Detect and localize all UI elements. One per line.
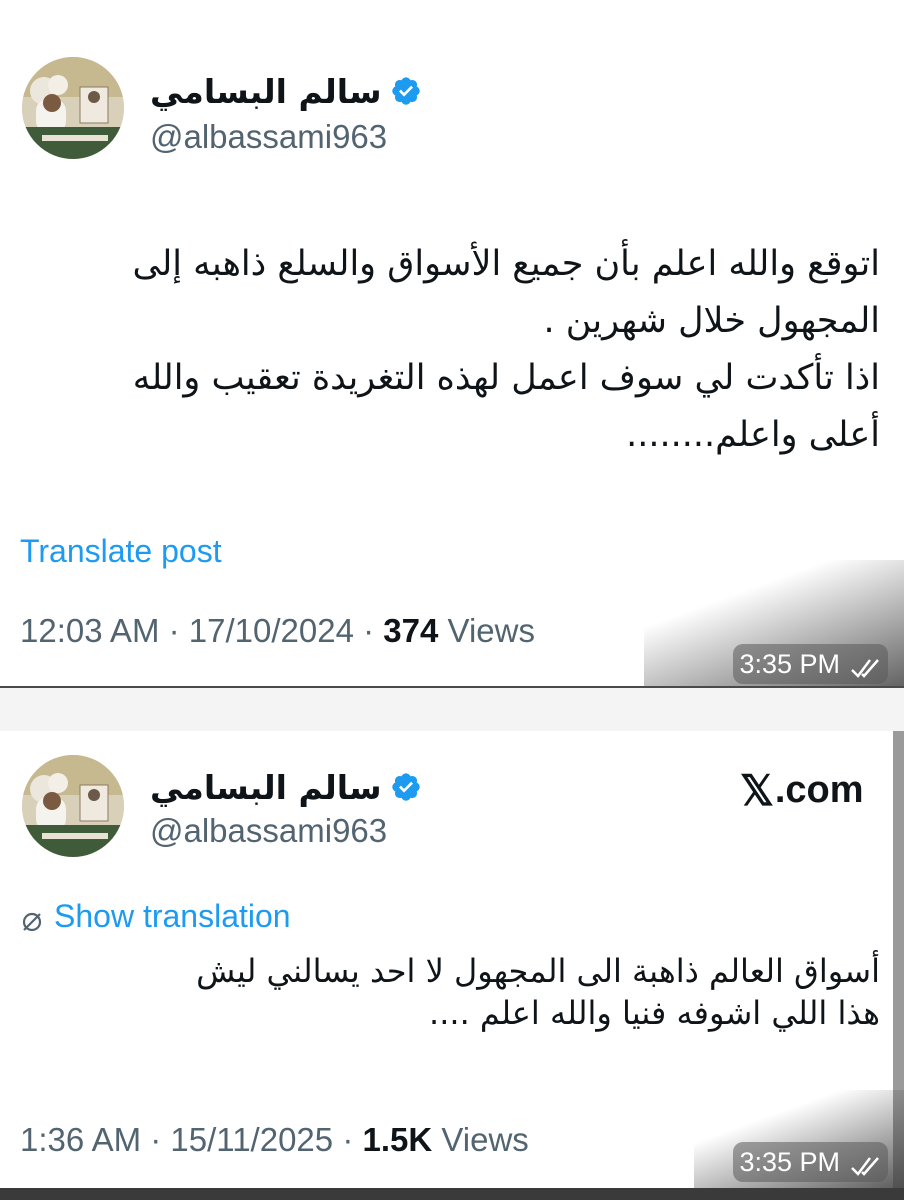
author-handle[interactable]: @albassami963 <box>150 118 387 156</box>
post-time[interactable]: 1:36 AM <box>20 1121 141 1158</box>
views-label: Views <box>441 1121 529 1158</box>
read-receipt-icon <box>848 654 882 678</box>
meta-separator: · <box>150 1121 162 1158</box>
show-translation-label: Show translation <box>54 898 291 934</box>
post-metadata: 12:03 AM · 17/10/2024 · 374 Views <box>20 612 535 650</box>
chat-gap <box>0 688 904 731</box>
translate-icon <box>20 905 44 931</box>
read-receipt-icon <box>848 1152 882 1176</box>
post-time[interactable]: 12:03 AM <box>20 612 159 649</box>
author-avatar[interactable] <box>22 57 124 159</box>
show-translation-link[interactable]: Show translation <box>20 898 291 935</box>
post-text: اتوقع والله اعلم بأن جميع الأسواق والسلع… <box>132 244 880 455</box>
post-text: أسواق العالم ذاهبة الى المجهول لا احد يس… <box>196 952 880 1032</box>
chat-timestamp: 3:35 PM <box>733 1142 888 1182</box>
views-count: 374 <box>383 612 439 649</box>
views-label: Views <box>447 612 535 649</box>
meta-separator: · <box>363 612 375 649</box>
chat-timestamp: 3:35 PM <box>733 644 888 684</box>
post-date[interactable]: 17/10/2024 <box>189 612 354 649</box>
verified-badge-icon <box>390 771 422 803</box>
source-label: com <box>785 769 864 811</box>
post-card-1: سالم البسامي @albassami963 اتوقع والله ا… <box>0 0 904 688</box>
author-display-name[interactable]: سالم البسامي <box>150 768 382 807</box>
chat-timestamp-text: 3:35 PM <box>739 648 840 679</box>
meta-separator: · <box>342 1121 354 1158</box>
author-handle[interactable]: @albassami963 <box>150 812 387 850</box>
meta-separator: · <box>168 612 180 649</box>
x-logo-icon: 𝕏 <box>740 767 774 814</box>
x-com-source[interactable]: 𝕏. com <box>740 766 864 815</box>
chat-timestamp-text: 3:35 PM <box>739 1146 840 1177</box>
post-metadata: 1:36 AM · 15/11/2025 · 1.5K Views <box>20 1121 529 1159</box>
author-name-row: سالم البسامي <box>150 68 422 114</box>
bottom-border <box>0 1188 904 1200</box>
views-count: 1.5K <box>362 1121 433 1158</box>
translate-post-link[interactable]: Translate post <box>20 533 222 570</box>
post-date[interactable]: 15/11/2025 <box>170 1121 333 1158</box>
author-name-row: سالم البسامي <box>150 764 422 810</box>
verified-badge-icon <box>390 75 422 107</box>
author-avatar[interactable] <box>22 755 124 857</box>
author-display-name[interactable]: سالم البسامي <box>150 72 382 111</box>
